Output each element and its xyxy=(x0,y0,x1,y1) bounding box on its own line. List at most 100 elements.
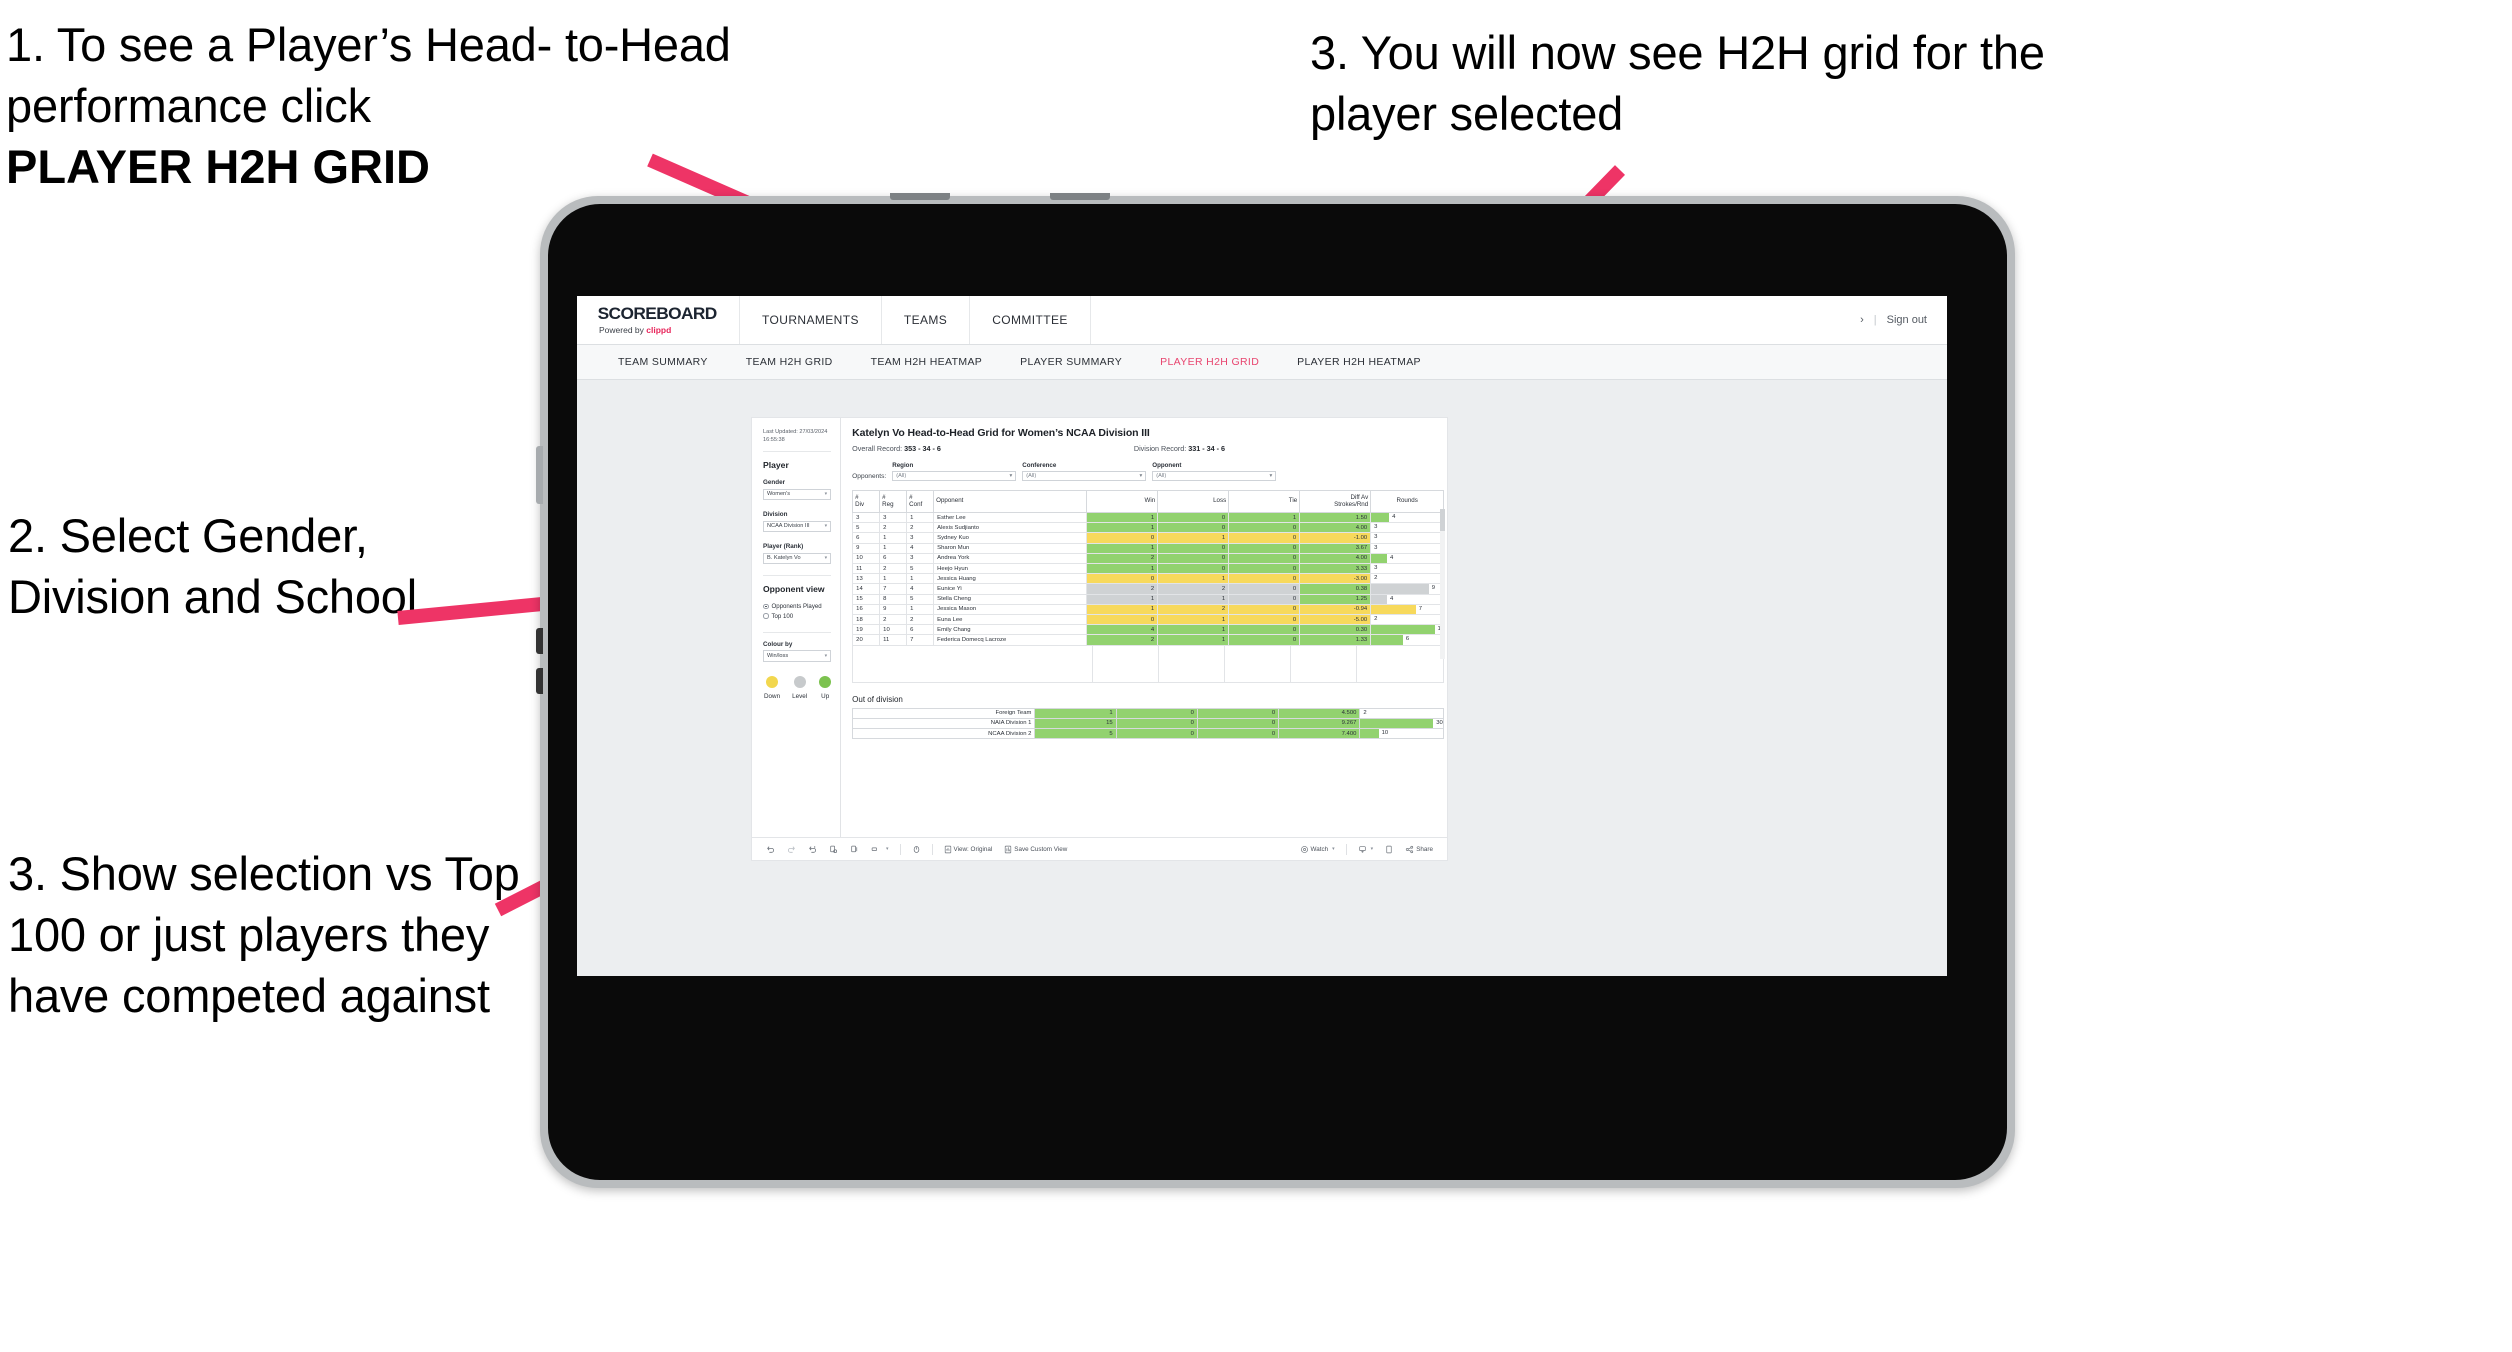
cell-reg: 2 xyxy=(879,522,908,534)
legend-label-up: Up xyxy=(821,692,830,700)
table-row[interactable]: 16 9 1 Jessica Mason 1 2 0 -0.94 7 xyxy=(852,604,1445,616)
radio-top-100-label: Top 100 xyxy=(771,612,794,620)
cell-reg: 7 xyxy=(879,583,908,595)
tab-team-h2h-heatmap[interactable]: TEAM H2H HEATMAP xyxy=(852,356,1002,368)
separator xyxy=(1345,843,1347,855)
cell-win: 1 xyxy=(1086,594,1159,605)
table-row[interactable]: 15 8 5 Stella Cheng 1 1 0 1.25 4 xyxy=(852,594,1445,605)
topnav-item-tournaments[interactable]: TOURNAMENTS xyxy=(740,296,882,344)
cell-loss: 1 xyxy=(1157,624,1230,636)
device-preview-icon[interactable] xyxy=(1379,845,1399,854)
colour-by-select[interactable]: Win/loss ▾ xyxy=(763,650,832,662)
topnav-item-committee[interactable]: COMMITTEE xyxy=(970,296,1091,344)
table-row[interactable]: 9 1 4 Sharon Mun 1 0 0 3.67 3 xyxy=(852,543,1445,554)
brand-logo[interactable]: SCOREBOARD Powered by clippd xyxy=(577,296,740,344)
watch-button[interactable]: Watch ▾ xyxy=(1294,845,1341,854)
fit-dropdown-icon[interactable]: ▾ xyxy=(865,845,895,854)
col-win[interactable]: Win xyxy=(1086,489,1159,513)
cell-tie: 0 xyxy=(1228,594,1301,605)
out-of-division-body: Foreign Team 1 0 0 4.500 2 NAIA Division 1 15 0 0… xyxy=(852,707,1445,740)
cell-rounds: 9 xyxy=(1370,583,1445,595)
table-row[interactable]: 6 1 3 Sydney Kuo 0 1 0 -1.00 3 xyxy=(852,532,1445,544)
cell-win: 0 xyxy=(1086,614,1159,626)
cell-rounds: 11 xyxy=(1370,624,1445,636)
col-rounds[interactable]: Rounds xyxy=(1370,489,1445,513)
cell-tie: 0 xyxy=(1228,522,1301,534)
cell-conf: 3 xyxy=(906,553,935,565)
out-of-division-row[interactable]: Foreign Team 1 0 0 4.500 2 xyxy=(852,707,1445,719)
tablet-top-button-1 xyxy=(890,193,950,200)
opponent-select[interactable]: (All) ▾ xyxy=(1152,471,1277,481)
radio-opponents-played[interactable]: Opponents Played xyxy=(763,603,831,610)
col-tie[interactable]: Tie xyxy=(1228,489,1301,513)
table-row[interactable]: 11 2 5 Heejo Hyun 1 0 0 3.33 3 xyxy=(852,563,1445,575)
redo-icon[interactable] xyxy=(781,845,802,854)
chevron-right-icon[interactable]: › xyxy=(1860,314,1864,326)
table-row[interactable]: 3 3 1 Esther Lee 1 0 1 1.50 4 xyxy=(852,512,1445,524)
tab-player-h2h-grid[interactable]: PLAYER H2H GRID xyxy=(1141,356,1278,368)
gender-select[interactable]: Women's ▾ xyxy=(763,488,832,501)
undo-icon[interactable] xyxy=(760,845,781,854)
tab-team-summary[interactable]: TEAM SUMMARY xyxy=(599,356,727,368)
conference-value: (All) xyxy=(1026,472,1037,479)
legend-item-level: Level xyxy=(792,675,807,700)
cell-loss: 0 xyxy=(1115,707,1198,719)
col-diff-av-strokes[interactable]: Diff Av Strokes/Rnd xyxy=(1299,489,1372,513)
h2h-table-head: # Div # Reg # Conf Opponent Win Loss Tie Di… xyxy=(852,489,1445,513)
pause-auto-update-icon[interactable] xyxy=(906,845,927,854)
table-row[interactable]: 14 7 4 Eunice Yi 2 2 0 0.38 9 xyxy=(852,583,1445,595)
conference-select[interactable]: (All) ▾ xyxy=(1022,471,1147,481)
tab-player-summary[interactable]: PLAYER SUMMARY xyxy=(1001,356,1141,368)
download-icon[interactable]: ▾ xyxy=(1352,845,1380,854)
cell-loss: 0 xyxy=(1157,563,1230,575)
bottom-toolbar: ▾ View: Original Save Custom View Watch ▾… xyxy=(752,838,1447,860)
top-navigation-bar: SCOREBOARD Powered by clippd TOURNAMENTS… xyxy=(577,296,1947,345)
table-row[interactable]: 10 6 3 Andrea York 2 0 0 4.00 4 xyxy=(852,553,1445,565)
region-select[interactable]: (All) ▾ xyxy=(892,471,1017,481)
pause-updates-icon[interactable] xyxy=(844,845,865,854)
division-select[interactable]: NCAA Division III ▾ xyxy=(763,520,832,533)
grid-content-panel: Katelyn Vo Head-to-Head Grid for Women’s… xyxy=(841,418,1455,838)
out-of-division-row[interactable]: NCAA Division 2 5 0 0 7.400 10 xyxy=(852,728,1445,740)
tab-player-h2h-heatmap[interactable]: PLAYER H2H HEATMAP xyxy=(1278,356,1440,368)
cell-diff: 7.400 xyxy=(1278,728,1361,740)
last-updated: Last Updated: 27/03/2024 16:55:38 xyxy=(763,428,831,444)
col-conf[interactable]: # Conf xyxy=(906,489,935,513)
sign-out-link[interactable]: Sign out xyxy=(1887,314,1927,326)
col-opponent[interactable]: Opponent xyxy=(933,489,1088,513)
table-row[interactable]: 13 1 1 Jessica Huang 0 1 0 -3.00 2 xyxy=(852,573,1445,585)
topnav-item-teams[interactable]: TEAMS xyxy=(882,296,971,344)
cell-diff: 1.25 xyxy=(1299,594,1372,605)
table-scrollbar-thumb[interactable] xyxy=(1440,508,1446,531)
table-scrollbar-track[interactable] xyxy=(1440,508,1446,659)
table-header-row: # Div # Reg # Conf Opponent Win Loss Tie Di… xyxy=(852,489,1445,513)
cell-div: 9 xyxy=(852,543,881,554)
cell-div: 18 xyxy=(852,614,881,626)
topnav-right-group: › | Sign out xyxy=(1860,296,1947,344)
table-row[interactable]: 20 11 7 Federica Domecq Lacroze 2 1 0 1.33 6 xyxy=(852,634,1445,646)
radio-opponents-played-label: Opponents Played xyxy=(771,603,822,611)
opponent-value: (All) xyxy=(1156,472,1167,479)
col-div[interactable]: # Div xyxy=(852,489,881,513)
player-rank-select[interactable]: B. Katelyn Vo ▾ xyxy=(763,552,832,565)
gender-label: Gender xyxy=(763,479,786,487)
col-reg[interactable]: # Reg xyxy=(879,489,908,513)
cell-win: 1 xyxy=(1086,512,1159,524)
table-row[interactable]: 18 2 2 Euna Lee 0 1 0 -5.00 2 xyxy=(852,614,1445,626)
cell-diff: 1.50 xyxy=(1299,512,1372,524)
table-row[interactable]: 19106Emily Chang4100.3011 xyxy=(852,624,1445,636)
cell-tie: 0 xyxy=(1228,553,1301,565)
table-row[interactable]: 5 2 2 Alexis Sudjianto 1 0 0 4.00 3 xyxy=(852,522,1445,534)
refresh-data-icon[interactable] xyxy=(823,845,844,854)
player-rank-label: Player (Rank) xyxy=(763,543,804,551)
revert-icon[interactable] xyxy=(802,845,823,854)
col-loss[interactable]: Loss xyxy=(1157,489,1230,513)
save-custom-view-button[interactable]: Save Custom View xyxy=(998,845,1073,854)
share-button[interactable]: Share xyxy=(1399,845,1439,854)
radio-top-100[interactable]: Top 100 xyxy=(763,613,831,620)
divider xyxy=(763,451,832,453)
cell-div: 11 xyxy=(852,563,881,575)
view-original-button[interactable]: View: Original xyxy=(938,845,999,854)
tab-team-h2h-grid[interactable]: TEAM H2H GRID xyxy=(727,356,852,368)
out-of-division-row[interactable]: NAIA Division 1 15 0 0 9.267 30 xyxy=(852,717,1445,730)
